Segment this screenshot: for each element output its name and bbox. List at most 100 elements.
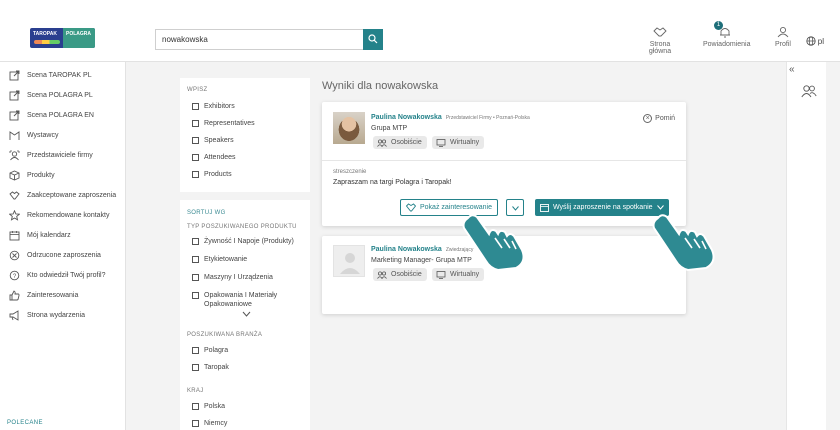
sidebar-item-wystawcy[interactable]: Wystawcy: [9, 128, 58, 142]
person-company: Marketing Manager- Grupa MTP: [371, 257, 472, 264]
filter-panel: WPISZ Exhibitors Representatives Speaker…: [180, 78, 310, 430]
checkbox[interactable]: [192, 103, 199, 110]
filter-type-option[interactable]: Exhibitors: [192, 102, 235, 111]
calendar-icon: [540, 204, 549, 212]
nav-notifications[interactable]: 1 Powiadomienia: [703, 21, 751, 48]
filter-type-option[interactable]: Products: [192, 170, 232, 179]
checkbox[interactable]: [192, 154, 199, 161]
filter-option-label: Representatives: [204, 120, 255, 127]
sidebar-item-label: Zainteresowania: [27, 291, 79, 299]
sidebar-item-kto-odwiedzil[interactable]: ? Kto odwiedził Twój profil?: [9, 268, 105, 282]
sidebar-item-label: Scena TAROPAK PL: [27, 71, 92, 79]
filter-option-label: Niemcy: [204, 420, 228, 427]
collapse-button[interactable]: «: [789, 64, 795, 75]
avatar[interactable]: [333, 112, 365, 144]
sidebar-item-strona-wydarzenia[interactable]: Strona wydarzenia: [9, 308, 85, 322]
logo-right-text: POLAGRA: [66, 31, 91, 37]
sidebar-item-kalendarz[interactable]: Mój kalendarz: [9, 228, 71, 242]
search-input[interactable]: [156, 30, 364, 49]
monitor-icon: [436, 270, 446, 279]
product-type-option[interactable]: Opakowania I Materiały Opakowaniowe: [192, 291, 292, 309]
sidebar-item-label: Mój kalendarz: [27, 231, 71, 239]
country-option[interactable]: Niemcy: [192, 419, 227, 428]
nav-home-label: Strona główna: [648, 41, 672, 55]
result-card: Paulina Nowakowska Przedstawiciel Firmy •…: [322, 102, 686, 226]
sidebar-item-produkty[interactable]: Produkty: [9, 168, 55, 182]
chip-label: Osobiście: [391, 139, 422, 146]
checkbox[interactable]: [192, 120, 199, 127]
avatar[interactable]: [333, 245, 365, 277]
skip-label: Pomiń: [655, 115, 675, 122]
product-type-option[interactable]: Maszyny I Urządzenia: [192, 273, 273, 282]
person-name[interactable]: Paulina Nowakowska Przedstawiciel Firmy •…: [371, 114, 530, 121]
chevron-down-icon: [512, 206, 519, 211]
nav-profile-label: Profil: [775, 41, 791, 48]
results-title: Wyniki dla nowakowska: [322, 80, 439, 92]
filter-type-option[interactable]: Speakers: [192, 136, 234, 145]
nav-profile[interactable]: Profil: [772, 26, 794, 48]
filter-option-label: Taropak: [204, 364, 229, 371]
checkbox[interactable]: [192, 137, 199, 144]
people-icon: [377, 138, 387, 147]
sidebar-item-rekomendowane[interactable]: Rekomendowane kontakty: [9, 208, 110, 222]
sidebar-item-odrzucone[interactable]: Odrzucone zaproszenia: [9, 248, 101, 262]
filter-option-label: Maszyny I Urządzenia: [204, 274, 273, 281]
filter-type-option[interactable]: Representatives: [192, 119, 255, 128]
checkbox[interactable]: [192, 238, 199, 245]
search-box: [155, 29, 383, 50]
contacts-icon[interactable]: [801, 84, 817, 98]
chevron-down-icon: [656, 205, 664, 210]
person-company: Grupa MTP: [371, 125, 408, 132]
filter-type-option[interactable]: Attendees: [192, 153, 236, 162]
country-option[interactable]: Polska: [192, 402, 225, 411]
checkbox[interactable]: [192, 292, 199, 299]
sidebar-item-scena-taropak-pl[interactable]: Scena TAROPAK PL: [9, 68, 92, 82]
chevron-down-icon[interactable]: [242, 311, 251, 317]
sidebar-item-zainteresowania[interactable]: Zainteresowania: [9, 288, 78, 302]
nav-notifications-label: Powiadomienia: [703, 41, 751, 48]
sidebar-item-scena-polagra-pl[interactable]: Scena POLAGRA PL: [9, 88, 93, 102]
nav-home[interactable]: Strona główna: [640, 26, 680, 55]
handshake-icon: [406, 203, 416, 212]
product-type-option[interactable]: Żywność I Napoje (Produkty): [192, 237, 294, 246]
sidebar-item-label: Przedstawiciele firmy: [27, 151, 93, 159]
chip-label: Wirtualny: [450, 271, 480, 278]
right-rail: «: [786, 62, 826, 430]
search-button[interactable]: [363, 29, 383, 50]
sidebar-item-scena-polagra-en[interactable]: Scena POLAGRA EN: [9, 108, 94, 122]
sidebar-item-label: Scena POLAGRA EN: [27, 111, 94, 119]
checkbox[interactable]: [192, 403, 199, 410]
checkbox[interactable]: [192, 364, 199, 371]
checkbox[interactable]: [192, 256, 199, 263]
language-selector[interactable]: pl: [805, 36, 824, 46]
filter-option-label: Exhibitors: [204, 103, 235, 110]
people-icon: [377, 270, 387, 279]
handshake-icon: [9, 190, 20, 199]
sidebar-item-label: Scena POLAGRA PL: [27, 91, 93, 99]
close-icon: ×: [643, 114, 653, 123]
external-link-icon: [9, 90, 20, 100]
checkbox[interactable]: [192, 171, 199, 178]
booth-icon: [9, 130, 20, 140]
checkbox[interactable]: [192, 420, 199, 427]
show-interest-label: Pokaż zainteresowanie: [420, 204, 492, 211]
branch-option[interactable]: Polagra: [192, 346, 228, 355]
product-type-option[interactable]: Etykietowanie: [192, 255, 247, 264]
pointer-hand-icon: [462, 214, 525, 272]
checkbox[interactable]: [192, 347, 199, 354]
checkbox[interactable]: [192, 274, 199, 281]
star-icon: [9, 209, 20, 221]
filter-option-label: Etykietowanie: [204, 256, 248, 263]
sidebar-item-label: Wystawcy: [27, 131, 59, 139]
sidebar-item-przedstawiciele[interactable]: Przedstawiciele firmy: [9, 148, 93, 162]
sidebar-item-zaakceptowane[interactable]: Zaakceptowane zaproszenia: [9, 188, 116, 202]
filter-option-label: Products: [204, 171, 232, 178]
sidebar: Scena TAROPAK PL Scena POLAGRA PL Scena …: [0, 62, 126, 430]
filter-option-label: Speakers: [204, 137, 234, 144]
summary-text: Zapraszam na targi Polagra i Taropak!: [333, 179, 452, 186]
calendar-icon: [9, 230, 20, 240]
branch-option[interactable]: Taropak: [192, 363, 229, 372]
event-logo[interactable]: TAROPAK POLAGRA: [30, 28, 95, 48]
notification-badge: 1: [714, 21, 723, 30]
skip-button[interactable]: × Pomiń: [643, 114, 675, 123]
